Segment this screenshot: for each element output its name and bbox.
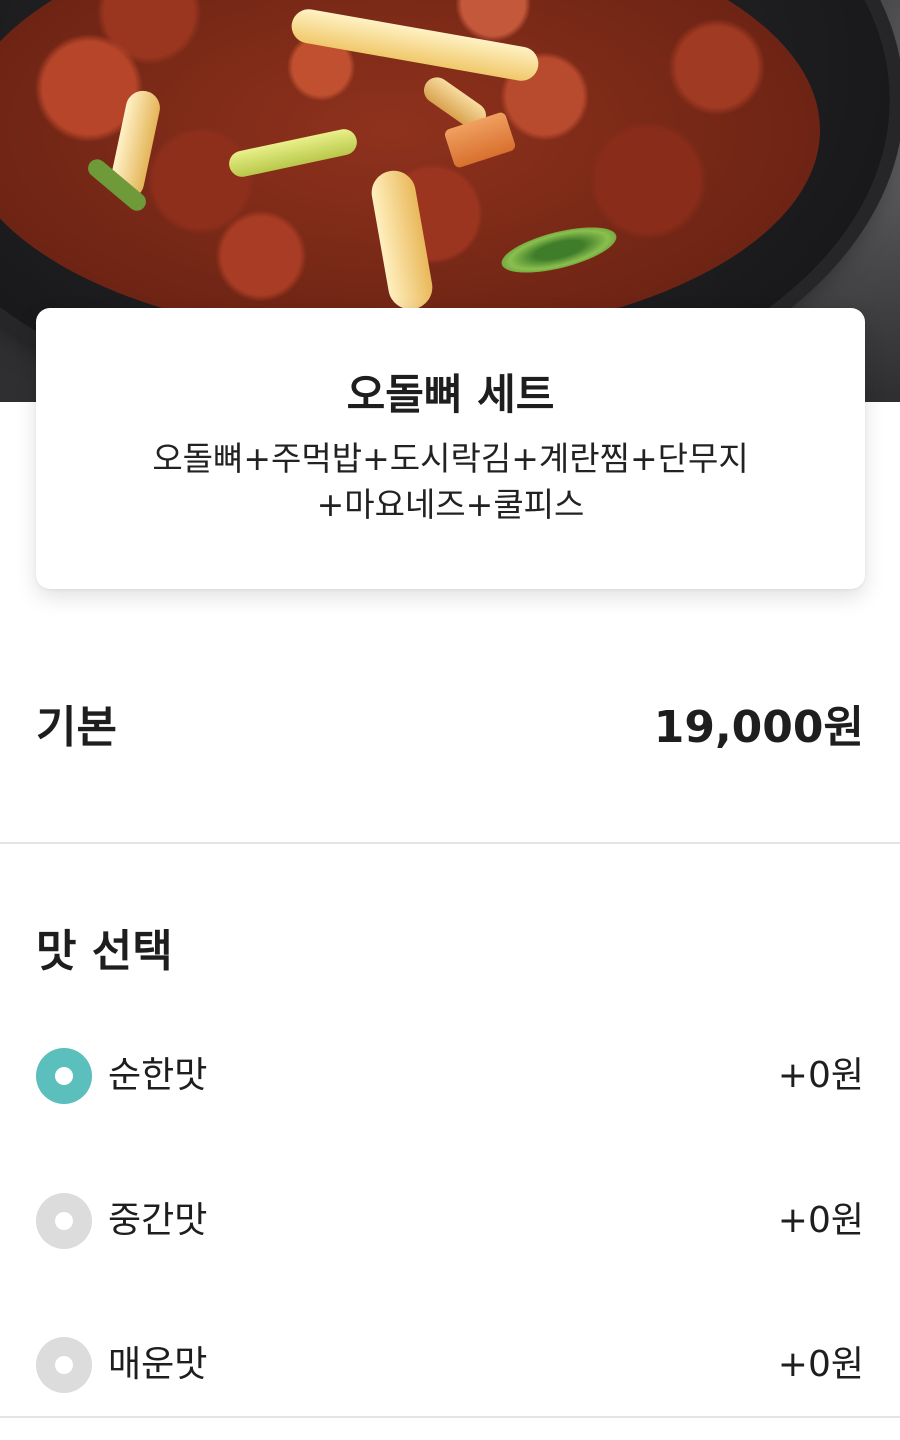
radio-dot (55, 1212, 73, 1230)
radio-dot (55, 1067, 73, 1085)
option-price: +0원 (777, 1200, 864, 1241)
base-price: 19,000원 (653, 702, 864, 753)
menu-title: 오돌뼈 세트 (346, 370, 555, 419)
menu-description-line: +마요네즈+쿨피스 (316, 485, 585, 524)
divider (0, 842, 900, 844)
taste-option-spicy[interactable]: 매운맛 +0원 (36, 1337, 864, 1393)
option-price: +0원 (777, 1344, 864, 1385)
option-label: 순한맛 (108, 1055, 208, 1096)
base-price-row: 기본 19,000원 (36, 700, 864, 756)
menu-detail-page: 오돌뼈 세트 오돌뼈+주먹밥+도시락김+계란찜+단무지 +마요네즈+쿨피스 기본… (0, 0, 900, 1440)
taste-option-medium[interactable]: 중간맛 +0원 (36, 1193, 864, 1249)
divider (0, 1416, 900, 1418)
option-label: 중간맛 (108, 1200, 208, 1241)
option-label: 매운맛 (108, 1344, 208, 1385)
menu-description-line: 오돌뼈+주먹밥+도시락김+계란찜+단무지 (152, 439, 749, 478)
radio-dot (55, 1356, 73, 1374)
base-label: 기본 (36, 702, 117, 753)
radio-button[interactable] (36, 1337, 92, 1393)
taste-section-title: 맛 선택 (36, 926, 173, 977)
option-price: +0원 (777, 1055, 864, 1096)
radio-button-selected[interactable] (36, 1048, 92, 1104)
radio-button[interactable] (36, 1193, 92, 1249)
menu-info-card: 오돌뼈 세트 오돌뼈+주먹밥+도시락김+계란찜+단무지 +마요네즈+쿨피스 (36, 308, 865, 589)
taste-option-mild[interactable]: 순한맛 +0원 (36, 1048, 864, 1104)
menu-description: 오돌뼈+주먹밥+도시락김+계란찜+단무지 +마요네즈+쿨피스 (96, 436, 805, 528)
